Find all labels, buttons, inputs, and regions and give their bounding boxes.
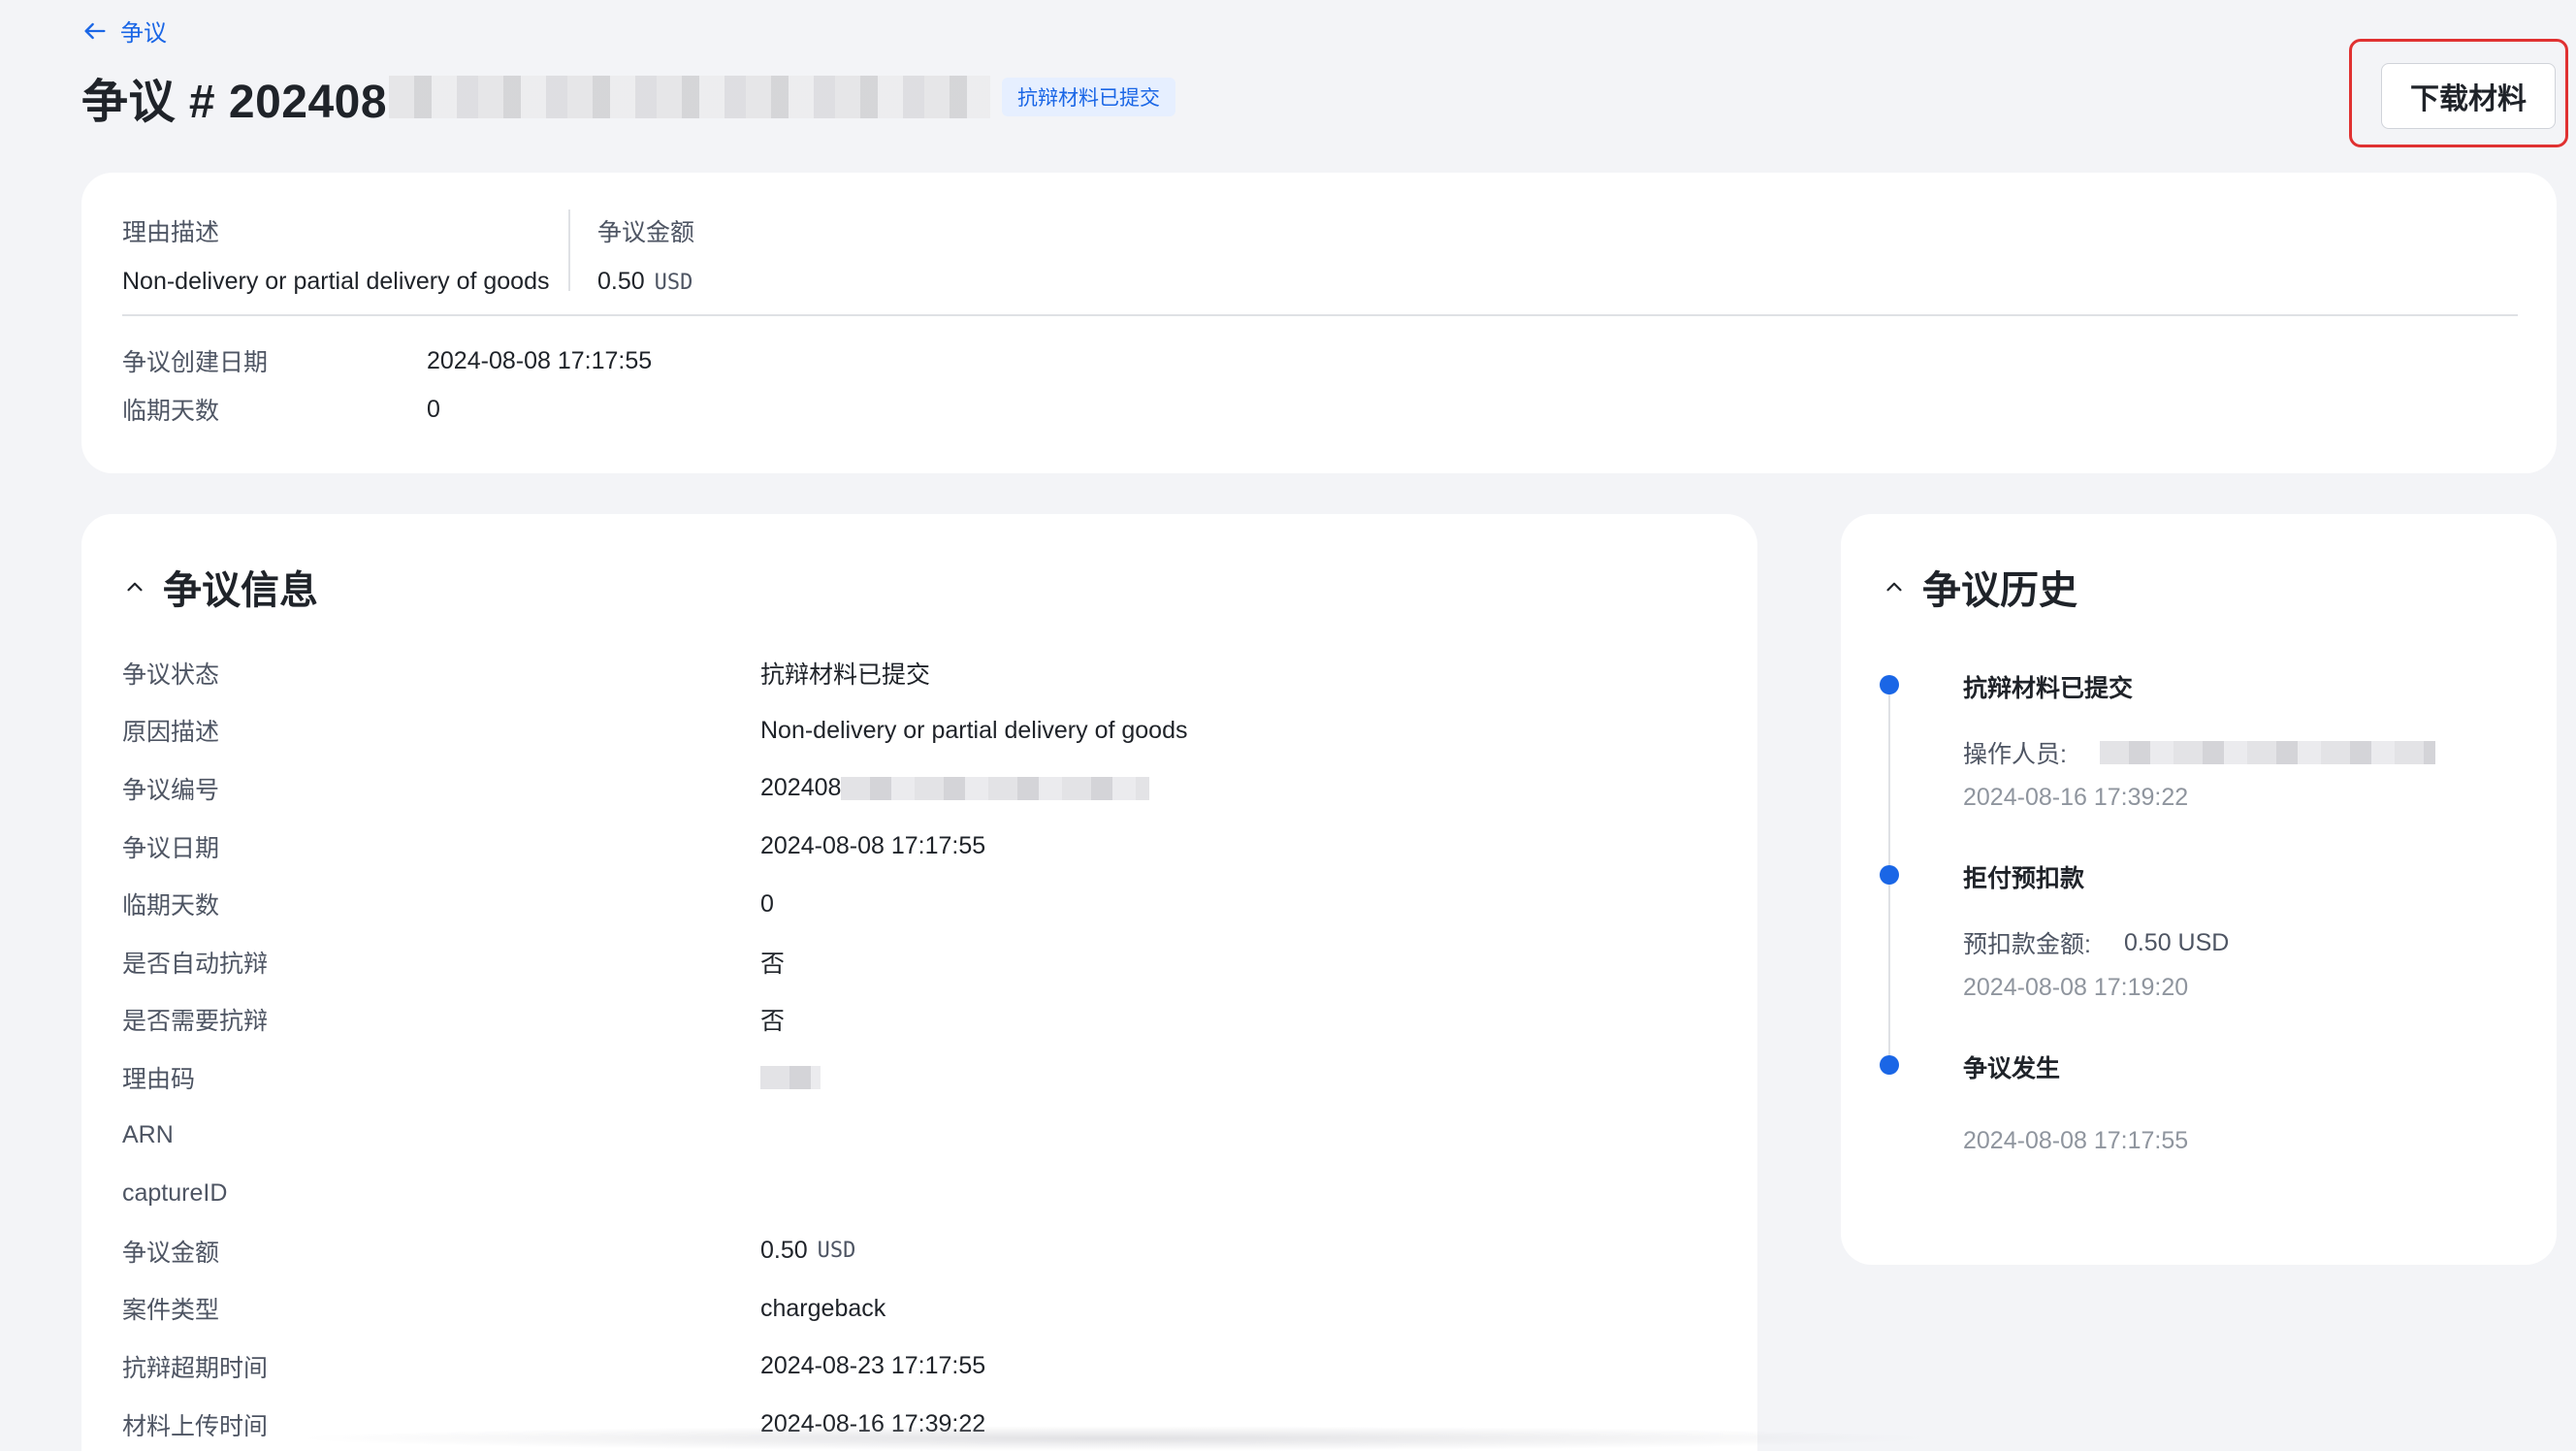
info-row-reason-code: 理由码 bbox=[122, 1048, 1188, 1107]
chevron-up-icon bbox=[1886, 582, 1902, 592]
summary-divider-horizontal bbox=[122, 314, 2518, 316]
info-label: 临期天数 bbox=[122, 892, 220, 920]
info-row-auto-defend: 是否自动抗辩 否 bbox=[122, 933, 1188, 991]
info-row-dispute-date: 争议日期 2024-08-08 17:17:55 bbox=[122, 818, 1188, 876]
reason-summary: 理由描述 Non-delivery or partial delivery of… bbox=[122, 213, 550, 296]
dispute-info-toggle[interactable]: 争议信息 bbox=[122, 559, 318, 615]
info-label: captureID bbox=[122, 1178, 228, 1207]
amount-summary: 争议金额 0.50 USD bbox=[597, 213, 694, 296]
back-link-label: 争议 bbox=[120, 20, 167, 47]
timeline-body: 拒付预扣款 预扣款金额: 0.50 USD 2024-08-08 17:19:2… bbox=[1963, 859, 2506, 1002]
days-left-value: 0 bbox=[427, 395, 440, 423]
info-value: 2024-08-23 17:17:55 bbox=[760, 1352, 986, 1380]
timeline-title: 争议发生 bbox=[1963, 1055, 2061, 1082]
back-link[interactable]: 争议 bbox=[81, 14, 167, 48]
info-label: 抗辩超期时间 bbox=[122, 1354, 269, 1382]
timeline-time: 2024-08-08 17:19:20 bbox=[1963, 974, 2189, 1001]
info-row-reason: 原因描述 Non-delivery or partial delivery of … bbox=[122, 702, 1188, 760]
dispute-info-card: 争议信息 争议状态 抗辩材料已提交 原因描述 Non-delivery or par… bbox=[81, 514, 1757, 1451]
info-row-status: 争议状态 抗辩材料已提交 bbox=[122, 644, 1188, 702]
timeline-title: 抗辩材料已提交 bbox=[1963, 675, 2134, 702]
redacted-dispute-id bbox=[389, 76, 991, 118]
page-title-row: 争议 # 202408 抗辩材料已提交 bbox=[81, 62, 1176, 132]
info-label: 原因描述 bbox=[122, 719, 220, 747]
info-row-need-defend: 是否需要抗辩 否 bbox=[122, 991, 1188, 1049]
created-date-label: 争议创建日期 bbox=[122, 349, 269, 376]
info-unit: USD bbox=[817, 1239, 856, 1264]
arrow-left-icon bbox=[84, 22, 106, 39]
info-value: 0.50 bbox=[760, 1237, 808, 1265]
reason-value: Non-delivery or partial delivery of good… bbox=[122, 268, 550, 295]
info-label: 争议状态 bbox=[122, 661, 220, 689]
info-value: 0 bbox=[760, 889, 774, 918]
dispute-history-card: 争议历史 抗辩材料已提交 操作人员: 2024-08-16 17:39:22 拒… bbox=[1841, 514, 2557, 1265]
timeline-dot bbox=[1880, 865, 1899, 885]
dispute-history-toggle[interactable]: 争议历史 bbox=[1882, 559, 2077, 615]
days-left-row: 临期天数 0 bbox=[122, 392, 440, 427]
timeline-dot bbox=[1880, 675, 1899, 694]
info-value: 否 bbox=[760, 1008, 786, 1036]
info-label: 是否自动抗辩 bbox=[122, 950, 269, 978]
info-value: 否 bbox=[760, 950, 786, 978]
info-value: chargeback bbox=[760, 1294, 886, 1322]
redacted-operator bbox=[2099, 741, 2435, 764]
info-row-capture-id: captureID bbox=[122, 1164, 1188, 1222]
chevron-up-icon bbox=[127, 582, 143, 592]
info-row-days-left: 临期天数 0 bbox=[122, 875, 1188, 933]
download-materials-button[interactable]: 下载材料 bbox=[2381, 63, 2556, 129]
timeline-title: 拒付预扣款 bbox=[1963, 865, 2085, 892]
info-label: 案件类型 bbox=[122, 1297, 220, 1325]
info-row-defend-deadline: 抗辩超期时间 2024-08-23 17:17:55 bbox=[122, 1338, 1188, 1396]
info-label: ARN bbox=[122, 1121, 174, 1149]
info-value: Non-delivery or partial delivery of good… bbox=[760, 716, 1188, 744]
redacted-reason-code bbox=[760, 1065, 821, 1089]
page-title: 争议 # 202408 bbox=[81, 77, 388, 128]
info-label: 理由码 bbox=[122, 1065, 196, 1093]
bottom-shadow bbox=[291, 1426, 1940, 1451]
timeline-body: 抗辩材料已提交 操作人员: 2024-08-16 17:39:22 bbox=[1963, 669, 2506, 812]
status-badge: 抗辩材料已提交 bbox=[1002, 78, 1176, 116]
info-row-arn: ARN bbox=[122, 1107, 1188, 1165]
summary-card: 理由描述 Non-delivery or partial delivery of… bbox=[81, 173, 2557, 473]
info-value: 2024-08-08 17:17:55 bbox=[760, 832, 986, 860]
info-label: 争议日期 bbox=[122, 834, 220, 862]
amount-unit: USD bbox=[654, 271, 693, 295]
info-label: 争议金额 bbox=[122, 1239, 220, 1267]
timeline-detail-label: 操作人员: bbox=[1963, 741, 2067, 768]
timeline-time: 2024-08-16 17:39:22 bbox=[1963, 784, 2189, 811]
info-row-case-type: 案件类型 chargeback bbox=[122, 1280, 1188, 1338]
timeline-detail: 操作人员: bbox=[1963, 735, 2506, 770]
created-date-row: 争议创建日期 2024-08-08 17:17:55 bbox=[122, 343, 652, 378]
info-value: 抗辩材料已提交 bbox=[760, 661, 931, 689]
dispute-info-list: 争议状态 抗辩材料已提交 原因描述 Non-delivery or partial … bbox=[122, 644, 1188, 1451]
amount-value: 0.50 bbox=[597, 268, 645, 295]
timeline-detail-label: 预扣款金额: bbox=[1963, 931, 2091, 958]
info-label: 是否需要抗辩 bbox=[122, 1008, 269, 1036]
timeline-detail-value: 0.50 USD bbox=[2123, 928, 2230, 956]
dispute-info-title: 争议信息 bbox=[163, 569, 318, 612]
timeline-body: 争议发生 2024-08-08 17:17:55 bbox=[1963, 1049, 2506, 1155]
redacted-dispute-id-value bbox=[841, 776, 1150, 800]
dispute-history-title: 争议历史 bbox=[1922, 569, 2077, 612]
amount-label: 争议金额 bbox=[597, 219, 695, 246]
reason-label: 理由描述 bbox=[122, 219, 220, 246]
summary-divider-vertical bbox=[568, 210, 570, 291]
info-value: 202408 bbox=[760, 774, 842, 802]
days-left-label: 临期天数 bbox=[122, 398, 220, 425]
timeline-time: 2024-08-08 17:17:55 bbox=[1963, 1127, 2189, 1154]
timeline-detail: 预扣款金额: 0.50 USD bbox=[1963, 925, 2506, 960]
created-date-value: 2024-08-08 17:17:55 bbox=[427, 346, 653, 374]
timeline-dot bbox=[1880, 1055, 1899, 1075]
info-label: 争议编号 bbox=[122, 776, 220, 804]
info-row-dispute-id: 争议编号 202408 bbox=[122, 759, 1188, 818]
dispute-detail-page: 争议 争议 # 202408 抗辩材料已提交 下载材料 理由描述 Non-del… bbox=[0, 0, 2576, 1451]
info-row-amount: 争议金额 0.50 USD bbox=[122, 1222, 1188, 1280]
